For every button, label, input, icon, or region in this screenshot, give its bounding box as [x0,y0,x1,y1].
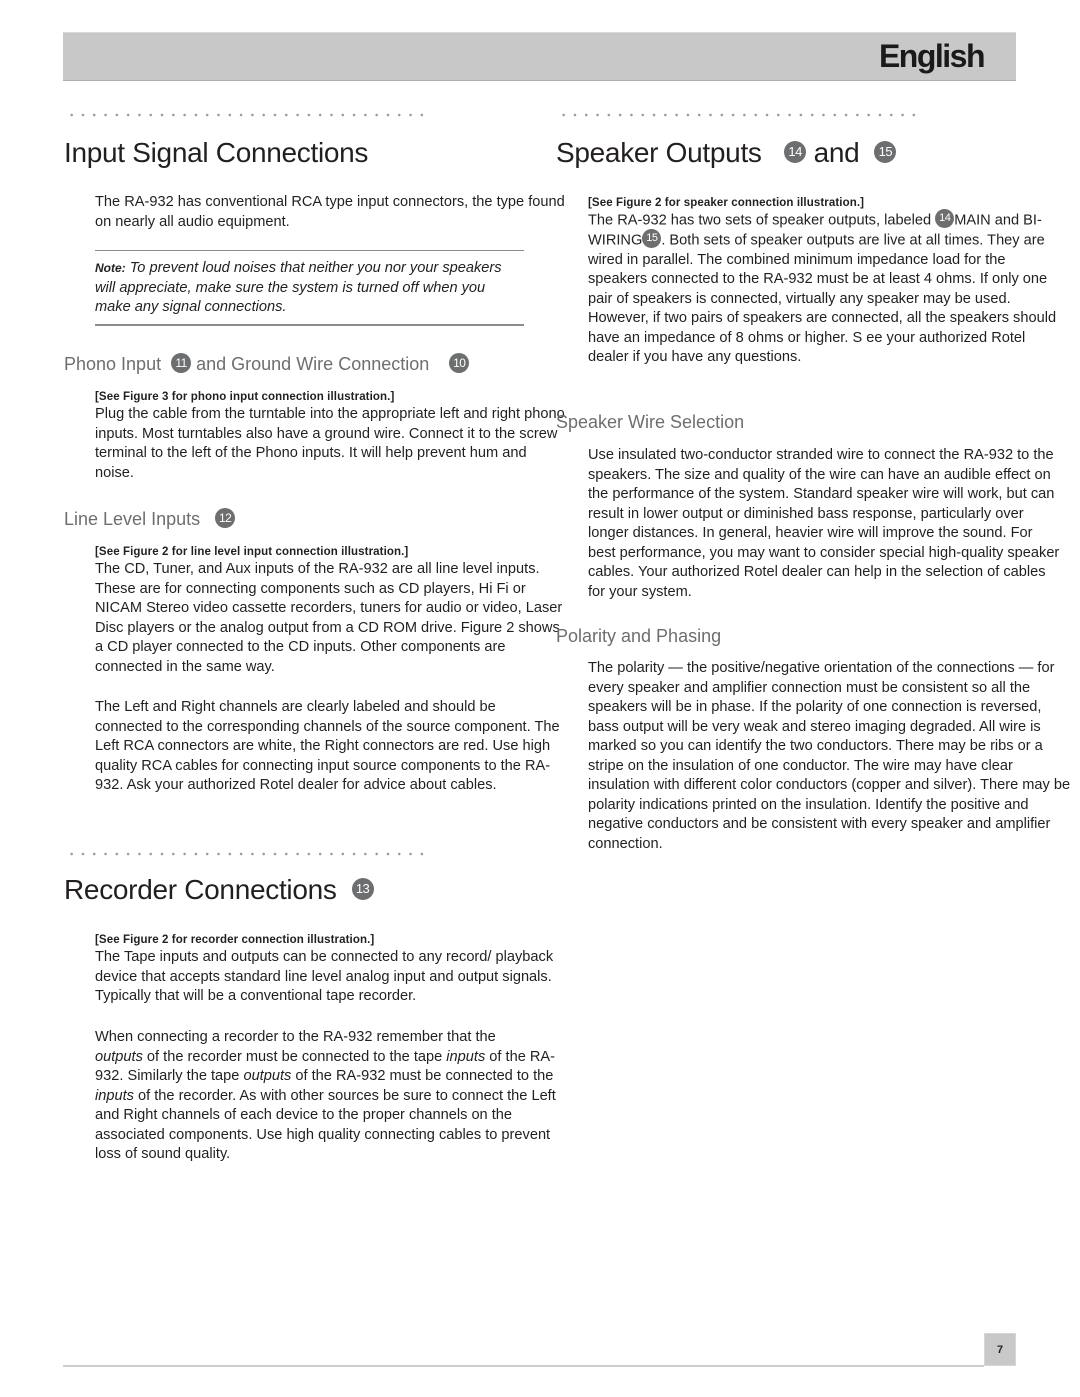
polarity-text: The polarity — the positive/negative ori… [588,660,1071,852]
line-level-body-1: The CD, Tuner, and Aux inputs of the RA-… [95,561,563,675]
wire-selection-title: Speaker Wire Selection [556,412,745,432]
note-text: Note: To prevent loud noises that neithe… [95,259,524,318]
section-divider [558,112,922,118]
wire-selection-text: Use insulated two-conductor stranded wir… [588,447,1060,600]
emphasis-text: inputs [95,1087,134,1104]
recorder-body-1: The Tape inputs and outputs can be conne… [95,949,554,1004]
line-level-section-body: [See Figure 2 for line level input conne… [95,544,565,677]
section-divider [66,851,430,857]
subsection-title-polarity: Polarity and Phasing [556,627,721,645]
speaker-outputs-body: [See Figure 2 for speaker connection ill… [588,195,1058,368]
recorder-title: Recorder Connections [64,874,337,905]
callout-badge: 14 [935,209,955,228]
language-header-bar: English [63,32,1016,81]
callout-badge: 15 [642,228,662,248]
emphasis-text: outputs [243,1068,292,1084]
page-number: 7 [984,1333,1016,1366]
polarity-title: Polarity and Phasing [556,626,722,646]
emphasis-text: outputs [95,1048,143,1065]
section-title-speaker-outputs: Speaker Outputs 14 and 15 [556,137,897,168]
text-run: of the recorder. As with other sources b… [95,1087,556,1163]
figure-reference: [See Figure 2 for line level input conne… [95,546,409,558]
intro-text: The RA-932 has conventional RCA type inp… [95,194,565,230]
text-run: of the recorder must be connected to the… [142,1048,447,1065]
recorder-section-body-2: When connecting a recorder to the RA-932… [95,1028,567,1165]
note-body: To prevent loud noises that neither you … [95,260,502,315]
phono-title-part2: and Ground Wire Connection [196,354,430,374]
input-signal-intro: The RA-932 has conventional RCA type inp… [95,193,575,232]
line-level-body-2: The Left and Right channels are clearly … [95,699,560,793]
footer-rule [63,1365,984,1367]
note-box: Note: To prevent loud noises that neithe… [95,250,524,326]
callout-badge: 11 [171,353,192,374]
phono-body: Plug the cable from the turntable into t… [95,406,565,481]
recorder-body-2: When connecting a recorder to the RA-932… [95,1028,567,1165]
callout-badge: 15 [874,140,897,163]
line-level-title: Line Level Inputs [64,509,201,529]
subsection-title-wire-selection: Speaker Wire Selection [556,413,744,431]
polarity-body: The polarity — the positive/negative ori… [588,659,1076,854]
phono-section-body: [See Figure 3 for phono input connection… [95,389,565,483]
recorder-section-body: [See Figure 2 for recorder connection il… [95,932,567,1007]
figure-reference: [See Figure 3 for phono input connection… [95,391,395,403]
text-run: When connecting a recorder to the RA-932… [95,1029,496,1045]
figure-reference: [See Figure 2 for speaker connection ill… [588,197,865,209]
phono-title-part1: Phono Input [64,354,162,374]
callout-badge: 14 [784,140,807,163]
emphasis-text: inputs [446,1048,486,1065]
title-and: and [813,137,860,168]
text-run: . Both sets of speaker outputs are live … [588,232,1057,366]
callout-badge: 12 [215,508,236,529]
speaker-outputs-title: Speaker Outputs [556,137,762,168]
subsection-title-phono: Phono Input 11 and Ground Wire Connectio… [64,353,470,375]
section-title-recorder: Recorder Connections 13 [64,876,374,904]
section-title-text: Input Signal Connections [64,137,369,168]
callout-badge: 13 [351,877,374,900]
line-level-section-body-2: The Left and Right channels are clearly … [95,698,565,796]
wire-selection-body: Use insulated two-conductor stranded wir… [588,446,1063,602]
text-run: The RA-932 has two sets of speaker outpu… [588,212,936,229]
subsection-title-line-level: Line Level Inputs 12 [64,508,236,530]
language-label: English [878,38,986,74]
section-title-input-signal: Input Signal Connections [64,139,368,167]
figure-reference: [See Figure 2 for recorder connection il… [95,934,375,946]
section-divider [66,112,430,118]
text-run: of the RA-932 must be connected to the [291,1068,554,1084]
note-label: Note: [95,261,126,275]
speaker-outputs-text: The RA-932 has two sets of speaker outpu… [588,209,1058,368]
callout-badge: 10 [449,353,470,374]
